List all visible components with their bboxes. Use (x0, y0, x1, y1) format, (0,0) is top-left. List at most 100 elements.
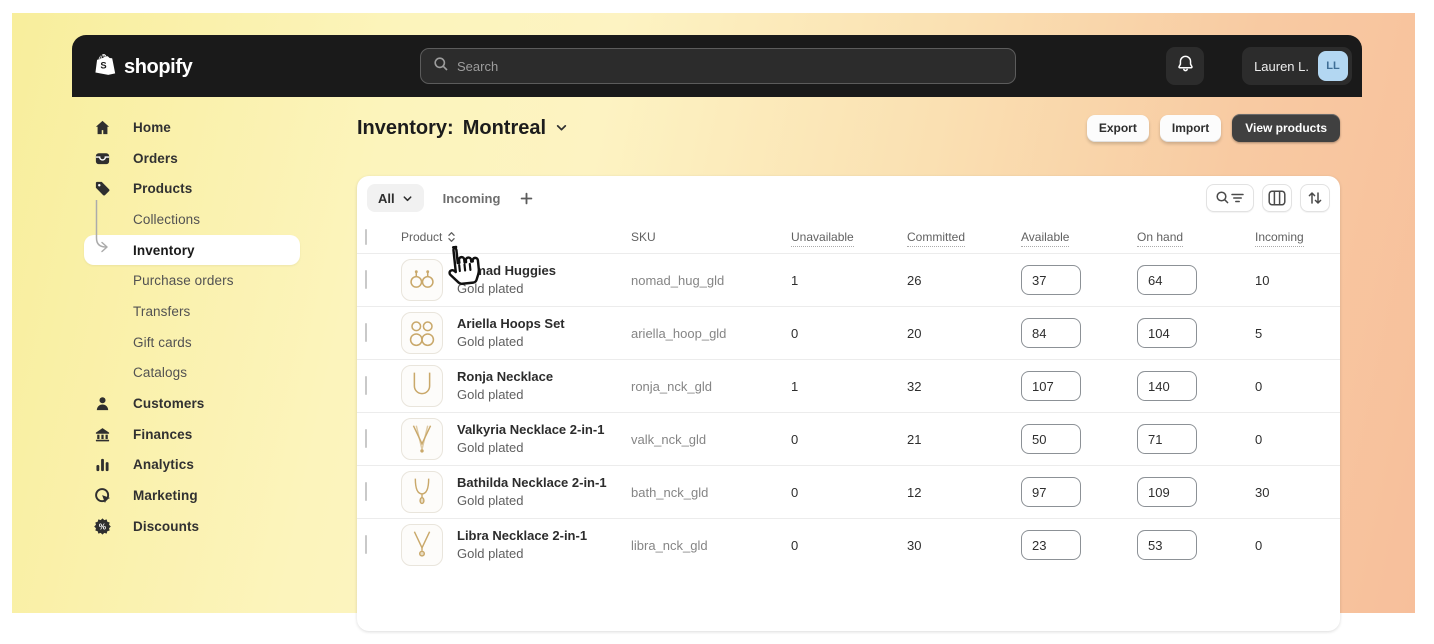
finances-icon (92, 426, 112, 443)
sidebar-item-analytics[interactable]: Analytics (84, 450, 300, 481)
search-filter-button[interactable] (1206, 184, 1254, 212)
analytics-icon (92, 456, 112, 473)
shopify-logo[interactable]: S shopify (92, 52, 193, 82)
table-row[interactable]: Libra Necklace 2-in-1 Gold plated libra_nc… (357, 518, 1340, 571)
on-hand-input[interactable] (1137, 477, 1197, 507)
table-header-row: Product SKU Unavailable Committed Available O… (357, 220, 1340, 253)
orders-icon (92, 150, 112, 167)
on-hand-input[interactable] (1137, 371, 1197, 401)
column-header-incoming[interactable]: Incoming (1255, 229, 1332, 247)
row-checkbox[interactable] (365, 535, 367, 554)
committed-value: 20 (907, 325, 922, 341)
columns-icon (1268, 190, 1286, 206)
plus-icon (521, 192, 533, 204)
sidebar-item-label: Finances (133, 426, 193, 442)
row-checkbox[interactable] (365, 429, 367, 448)
sidebar-item-label: Products (133, 181, 193, 197)
sidebar-item-finances[interactable]: Finances (84, 419, 300, 450)
available-input[interactable] (1021, 371, 1081, 401)
sidebar-item-discounts[interactable]: % Discounts (84, 511, 300, 542)
notifications-button[interactable] (1166, 47, 1204, 85)
committed-value: 21 (907, 431, 922, 447)
column-header-on-hand[interactable]: On hand (1137, 229, 1255, 247)
row-checkbox[interactable] (365, 323, 367, 342)
necklace-v-thumb (401, 418, 443, 460)
products-icon (92, 180, 112, 197)
product-name[interactable]: Libra Necklace 2-in-1 (457, 527, 587, 545)
sidebar-item-customers[interactable]: Customers (84, 388, 300, 419)
search-icon (433, 56, 449, 77)
column-header-sku[interactable]: SKU (631, 230, 791, 244)
page-header: Inventory: Montreal Export Import View p… (357, 110, 1340, 146)
necklace-u-thumb (401, 365, 443, 407)
chevron-down-icon (403, 195, 412, 201)
available-input[interactable] (1021, 530, 1081, 560)
svg-text:S: S (100, 61, 106, 71)
product-name[interactable]: Ronja Necklace (457, 368, 553, 386)
customers-icon (92, 395, 112, 412)
search-filter-icon (1216, 191, 1244, 204)
user-name: Lauren L. (1254, 58, 1309, 74)
sidebar-item-transfers[interactable]: Transfers (84, 296, 300, 327)
sidebar-item-purchase-orders[interactable]: Purchase orders (84, 265, 300, 296)
inventory-table: Product SKU Unavailable Committed Available O… (357, 220, 1340, 571)
available-input[interactable] (1021, 424, 1081, 454)
sidebar-item-label: Catalogs (133, 365, 188, 381)
product-name[interactable]: Valkyria Necklace 2-in-1 (457, 421, 604, 439)
discounts-icon: % (92, 518, 112, 535)
sort-button[interactable] (1300, 184, 1330, 212)
on-hand-input[interactable] (1137, 318, 1197, 348)
sidebar-item-home[interactable]: Home (84, 112, 300, 143)
sidebar-item-marketing[interactable]: Marketing (84, 480, 300, 511)
incoming-value: 0 (1255, 537, 1263, 553)
unavailable-value: 1 (791, 272, 799, 288)
column-header-product[interactable]: Product (401, 230, 631, 244)
sidebar-item-gift-cards[interactable]: Gift cards (84, 327, 300, 358)
on-hand-input[interactable] (1137, 424, 1197, 454)
chevron-down-icon[interactable] (555, 117, 568, 140)
available-input[interactable] (1021, 318, 1081, 348)
product-name[interactable]: Bathilda Necklace 2-in-1 (457, 474, 607, 492)
table-row[interactable]: Valkyria Necklace 2-in-1 Gold plated valk_… (357, 412, 1340, 465)
product-name[interactable]: Ariella Hoops Set (457, 315, 565, 333)
columns-button[interactable] (1262, 184, 1292, 212)
shopify-bag-icon: S (92, 52, 117, 82)
unavailable-value: 0 (791, 431, 799, 447)
incoming-value: 10 (1255, 272, 1270, 288)
select-all-checkbox[interactable] (365, 228, 367, 245)
user-menu-button[interactable]: Lauren L. LL (1242, 47, 1352, 85)
view-products-button[interactable]: View products (1232, 114, 1340, 142)
tab-incoming[interactable]: Incoming (443, 191, 501, 206)
row-checkbox[interactable] (365, 482, 367, 501)
sku-value: nomad_hug_gld (631, 272, 725, 288)
filter-all-dropdown[interactable]: All (367, 184, 424, 212)
available-input[interactable] (1021, 477, 1081, 507)
on-hand-input[interactable] (1137, 530, 1197, 560)
table-row[interactable]: Ronja Necklace Gold plated ronja_nck_gld 1 3… (357, 359, 1340, 412)
column-header-available[interactable]: Available (1021, 229, 1137, 247)
search-input[interactable]: Search (420, 48, 1016, 84)
available-input[interactable] (1021, 265, 1081, 295)
on-hand-input[interactable] (1137, 265, 1197, 295)
sidebar-item-label: Analytics (133, 457, 194, 473)
row-checkbox[interactable] (365, 376, 367, 395)
sidebar-item-orders[interactable]: Orders (84, 143, 300, 174)
location-picker[interactable]: Montreal (463, 117, 546, 140)
import-button[interactable]: Import (1159, 114, 1222, 142)
column-header-unavailable[interactable]: Unavailable (791, 229, 907, 247)
export-button[interactable]: Export (1086, 114, 1149, 142)
committed-value: 12 (907, 484, 922, 500)
add-view-button[interactable] (520, 192, 533, 205)
search-placeholder: Search (457, 58, 499, 74)
product-variant: Gold plated (457, 440, 524, 455)
product-variant: Gold plated (457, 387, 524, 402)
column-header-committed[interactable]: Committed (907, 229, 1021, 247)
row-checkbox[interactable] (365, 270, 367, 289)
table-row[interactable]: Nomad Huggies Gold plated nomad_hug_gld 1 26… (357, 253, 1340, 306)
sidebar-item-catalogs[interactable]: Catalogs (84, 358, 300, 389)
committed-value: 32 (907, 378, 922, 394)
hoops-thumb (401, 312, 443, 354)
table-row[interactable]: Ariella Hoops Set Gold plated ariella_hoop… (357, 306, 1340, 359)
table-row[interactable]: Bathilda Necklace 2-in-1 Gold plated bath_… (357, 465, 1340, 518)
product-variant: Gold plated (457, 546, 524, 561)
